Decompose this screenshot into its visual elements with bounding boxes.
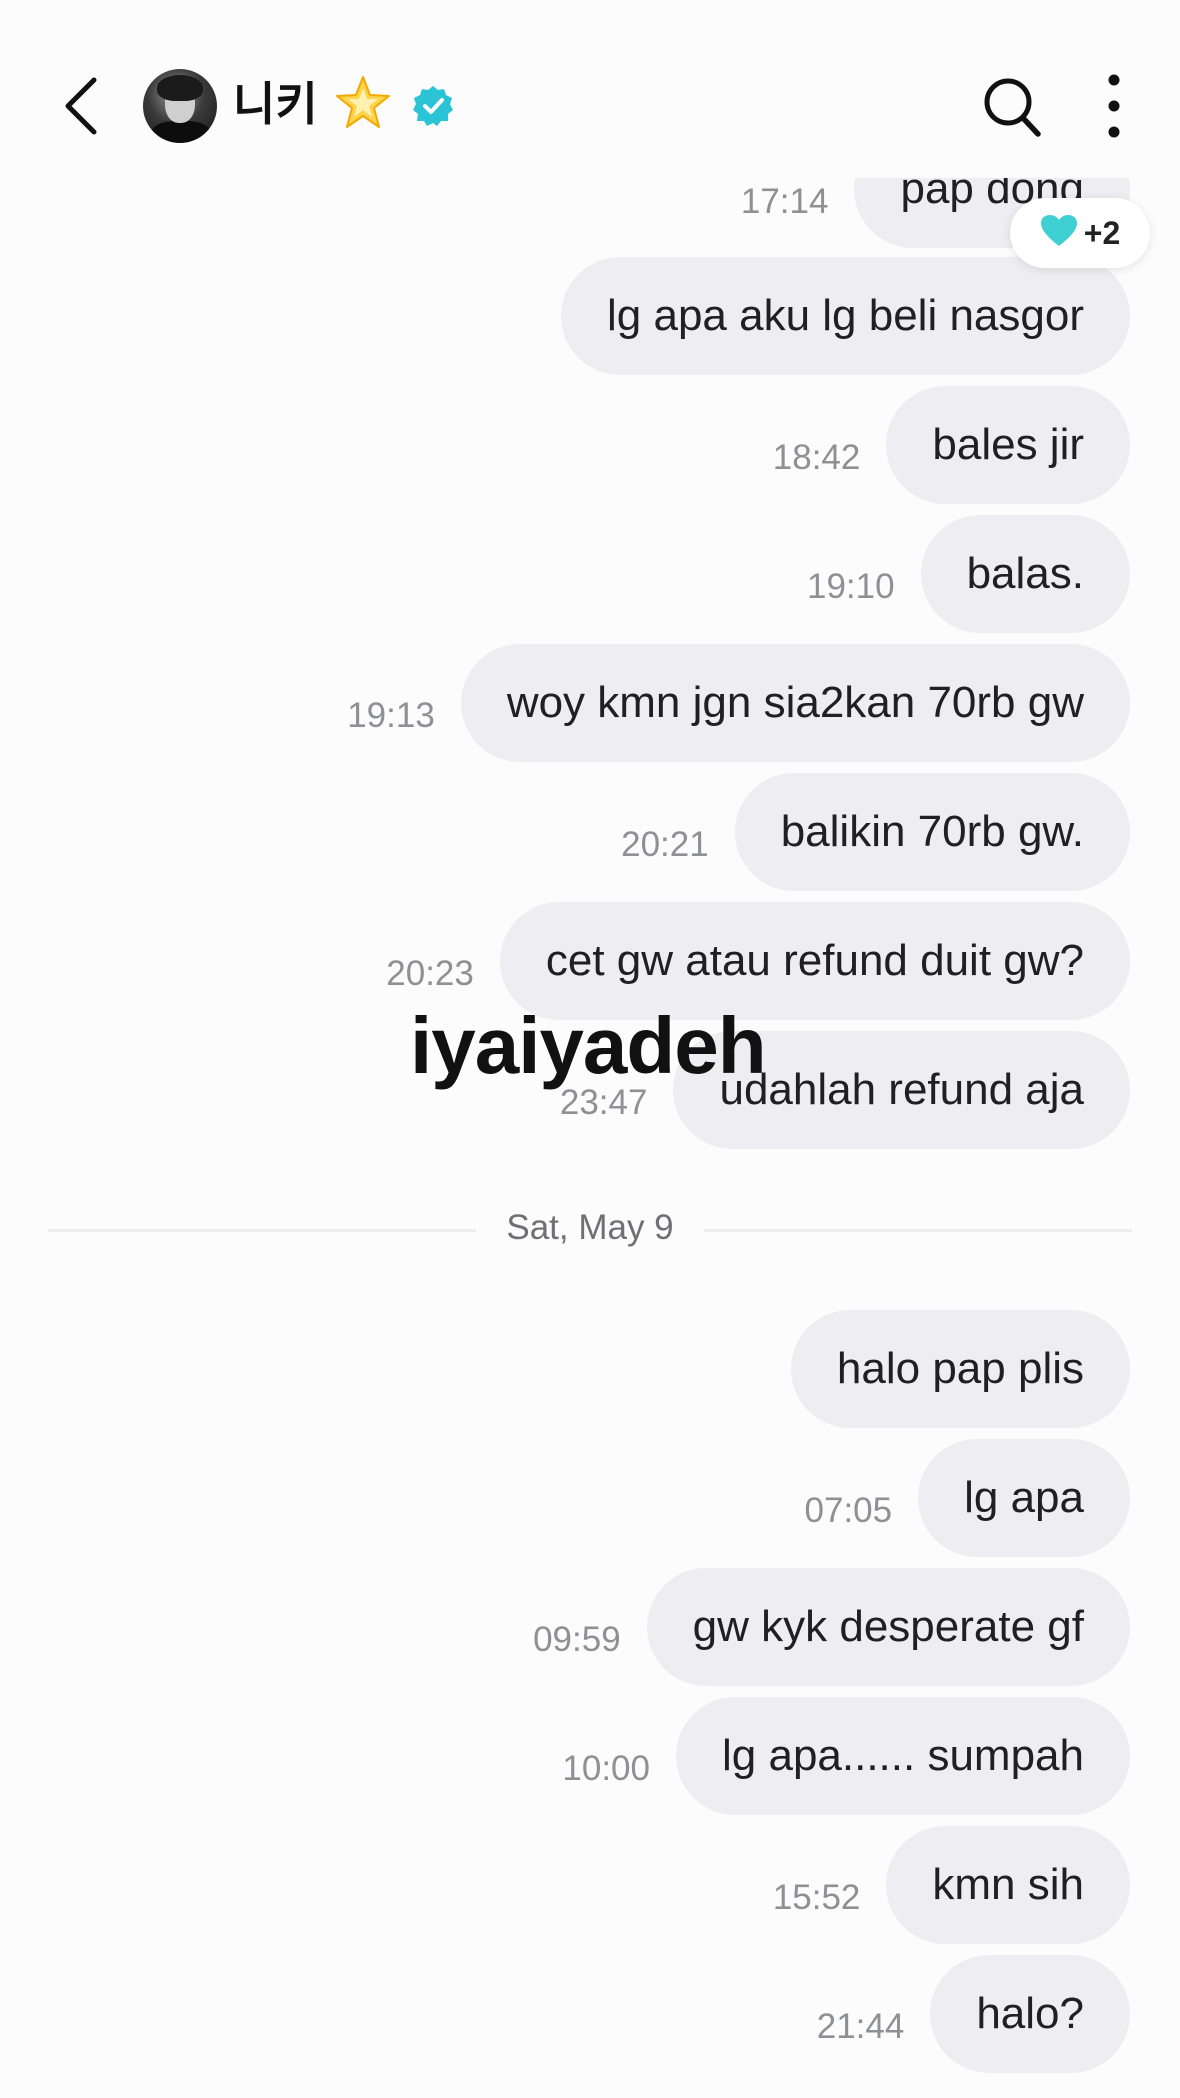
message-row: 07:05 lg apa <box>805 1439 1130 1557</box>
message-time: 10:00 <box>562 1749 650 1788</box>
message-time: 19:10 <box>806 567 895 606</box>
message-bubble[interactable]: balikin 70rb gw. <box>734 773 1130 891</box>
message-bubble[interactable]: woy kmn jgn sia2kan 70rb gw <box>460 644 1130 762</box>
overlay-caption: iyaiyadeh <box>410 1001 767 1090</box>
date-label: Sat, May 9 <box>506 1208 674 1247</box>
message-bubble[interactable]: lg apa...... sumpah <box>676 1697 1130 1815</box>
message-row: lg apa aku lg beli nasgor <box>561 257 1130 375</box>
message-time: 07:05 <box>804 1491 893 1530</box>
search-button[interactable] <box>980 72 1044 140</box>
verified-icon <box>411 84 455 128</box>
message-row: 09:59 gw kyk desperate gf <box>533 1568 1130 1686</box>
message-bubble[interactable]: lg apa <box>918 1439 1130 1557</box>
message-time: 18:42 <box>772 438 861 477</box>
message-row: 19:10 balas. <box>807 515 1130 633</box>
more-icon <box>1096 74 1132 144</box>
reaction-count: +2 <box>1083 214 1121 251</box>
message-time: 20:21 <box>621 825 709 864</box>
message-bubble[interactable]: balas. <box>920 515 1130 633</box>
more-button[interactable] <box>1096 72 1132 140</box>
message-row: 10:00 lg apa...... sumpah <box>562 1697 1130 1815</box>
message-bubble[interactable]: bales jir <box>886 386 1130 504</box>
message-time: 17:14 <box>740 182 829 221</box>
message-bubble[interactable]: halo pap plis <box>790 1310 1130 1428</box>
message-time: 15:52 <box>772 1878 861 1917</box>
message-bubble[interactable]: kmn sih <box>886 1826 1130 1944</box>
message-row: 19:13 woy kmn jgn sia2kan 70rb gw <box>347 644 1130 762</box>
message-bubble[interactable]: halo? <box>930 1955 1130 2073</box>
back-button[interactable] <box>56 70 112 142</box>
search-icon <box>980 78 1044 144</box>
chat-title[interactable]: 니키 <box>233 76 318 132</box>
message-bubble[interactable]: lg apa aku lg beli nasgor <box>561 257 1130 375</box>
message-row: 18:42 bales jir <box>773 386 1130 504</box>
divider-line <box>704 1229 1132 1232</box>
message-bubble[interactable]: gw kyk desperate gf <box>646 1568 1130 1686</box>
message-time: 20:23 <box>386 954 474 993</box>
avatar[interactable] <box>143 69 217 143</box>
reaction-badge[interactable]: +2 <box>1010 198 1150 268</box>
message-row: 15:52 kmn sih <box>773 1826 1130 1944</box>
message-time: 19:13 <box>347 696 435 735</box>
message-time: 09:59 <box>533 1620 621 1659</box>
message-row: halo pap plis <box>790 1310 1130 1428</box>
star-icon <box>334 74 392 132</box>
heart-icon <box>1040 214 1078 253</box>
message-row: 20:21 balikin 70rb gw. <box>621 773 1130 891</box>
back-icon <box>56 77 112 146</box>
date-divider: Sat, May 9 <box>48 1196 1132 1264</box>
message-time: 21:44 <box>816 2007 905 2046</box>
chat-header: 니키 <box>0 0 1180 178</box>
message-row: 21:44 halo? <box>817 1955 1130 2073</box>
